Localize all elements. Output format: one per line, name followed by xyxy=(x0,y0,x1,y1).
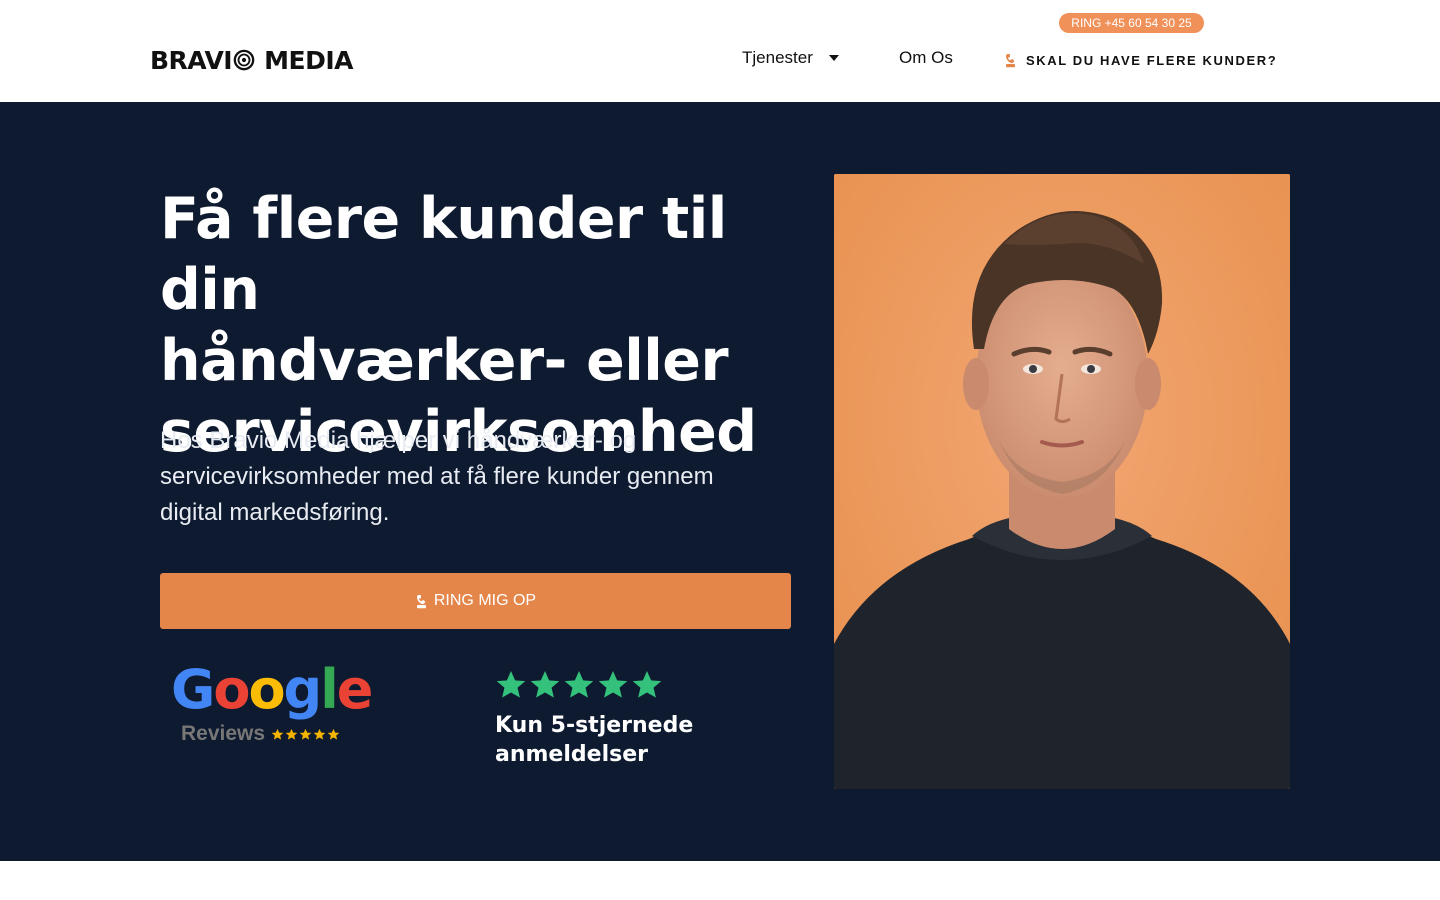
google-letter: o xyxy=(248,658,285,721)
chevron-down-icon xyxy=(828,55,839,61)
google-letter: l xyxy=(320,658,338,721)
nav-cta-label: SKAL DU HAVE FLERE KUNDER? xyxy=(1026,52,1278,68)
google-reviews-label: Reviews xyxy=(181,722,266,745)
hero-subtitle: Hos Bravio Media hjælper vi håndværker- … xyxy=(160,423,810,531)
hero-section: Få flere kunder til din håndværker- elle… xyxy=(0,102,1440,861)
phone-badge[interactable]: RING +45 60 54 30 25 xyxy=(1059,13,1204,33)
star-icon xyxy=(564,671,594,698)
handset-icon xyxy=(416,594,426,608)
google-reviews-logo: Google Reviews xyxy=(171,662,373,748)
google-letter: g xyxy=(283,658,323,721)
hero-subtitle-line: digital markedsføring. xyxy=(160,499,390,526)
star-icon xyxy=(313,728,326,740)
google-reviews-row: Reviews xyxy=(181,722,340,746)
google-letter: G xyxy=(171,658,215,721)
google-wordmark: Google xyxy=(171,662,373,718)
google-letter: e xyxy=(336,658,374,721)
logo-target-icon xyxy=(233,49,255,71)
star-icon xyxy=(530,671,560,698)
green-stars xyxy=(495,669,795,701)
portrait-illustration xyxy=(834,174,1290,789)
rating-text-line: anmeldelser xyxy=(495,742,648,767)
star-icon xyxy=(327,728,340,740)
star-icon xyxy=(496,671,526,698)
star-icon xyxy=(285,728,298,740)
logo-text-left: BRAVI xyxy=(150,45,233,75)
handset-icon xyxy=(1006,53,1015,67)
nav-services-label: Tjenester xyxy=(742,48,813,67)
hero-title-line: håndværker- eller xyxy=(160,328,729,394)
star-icon xyxy=(598,671,628,698)
star-icon xyxy=(271,728,284,740)
star-icon xyxy=(299,728,312,740)
call-me-button-label: RING MIG OP xyxy=(433,592,537,609)
nav-about[interactable]: Om Os xyxy=(899,48,953,68)
hero-subtitle-line: servicevirksomheder med at få flere kund… xyxy=(160,463,714,490)
rating-block: Kun 5-stjernede anmeldelser xyxy=(495,669,795,769)
logo-text-right: MEDIA xyxy=(264,45,353,75)
nav-services[interactable]: Tjenester xyxy=(742,48,839,68)
hero-subtitle-line: Hos Bravio Media hjælper vi håndværker- … xyxy=(160,427,637,454)
nav-cta-link[interactable]: SKAL DU HAVE FLERE KUNDER? xyxy=(1004,51,1277,69)
rating-text-line: Kun 5-stjernede xyxy=(495,713,694,738)
hero-title-line: Få flere kunder til din xyxy=(160,186,727,323)
star-icon xyxy=(632,671,662,698)
call-me-button[interactable]: RING MIG OP xyxy=(160,573,791,629)
portrait-photo xyxy=(834,174,1290,789)
rating-text: Kun 5-stjernede anmeldelser xyxy=(495,711,795,769)
nav-about-label: Om Os xyxy=(899,48,953,67)
brand-logo[interactable]: BRAVI MEDIA xyxy=(150,44,353,76)
site-header: BRAVI MEDIA RING +45 60 54 30 25 Tjenest… xyxy=(0,0,1440,102)
gold-stars xyxy=(271,728,340,741)
google-letter: o xyxy=(213,658,250,721)
